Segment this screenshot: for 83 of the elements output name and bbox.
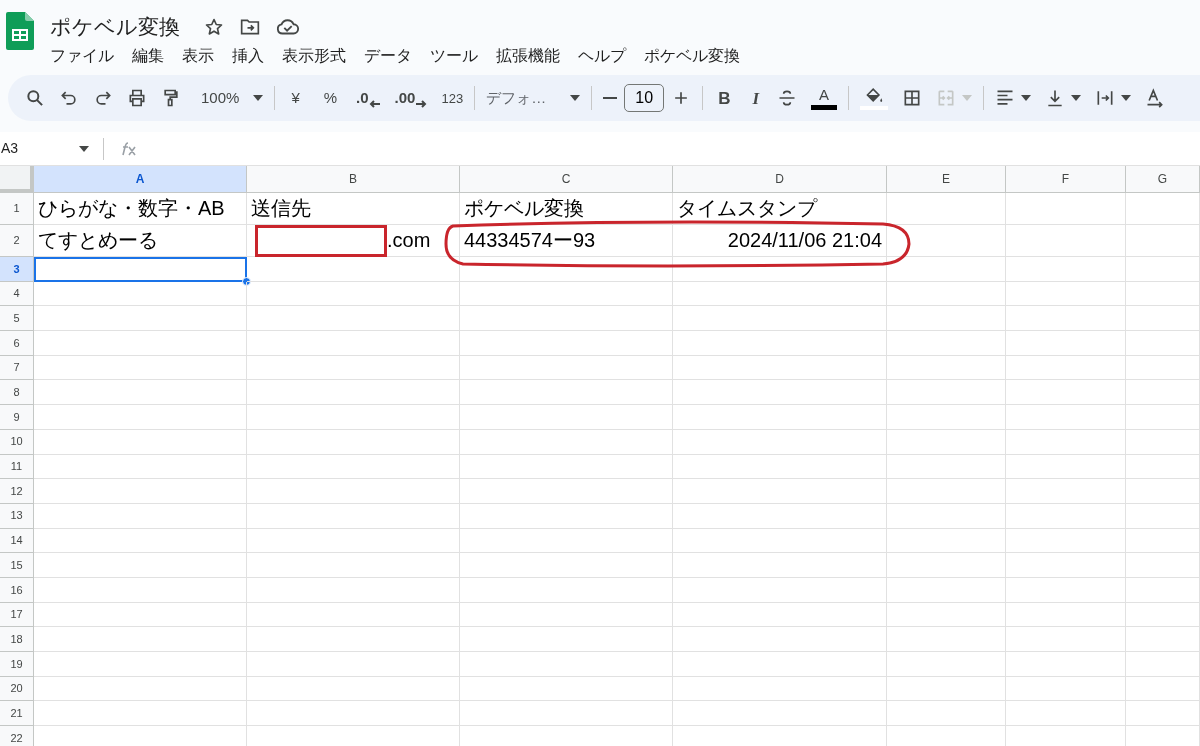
column-header[interactable]: B <box>247 166 460 193</box>
menu-item[interactable]: 挿入 <box>223 44 273 68</box>
spreadsheet-logo-icon[interactable] <box>6 12 34 50</box>
cloud-check-icon[interactable] <box>276 18 300 36</box>
column-header[interactable]: G <box>1126 166 1200 193</box>
table-cell: .com <box>247 225 460 257</box>
row-header[interactable]: 3 <box>0 257 34 282</box>
row-header[interactable]: 10 <box>0 429 34 455</box>
decrease-font-size-icon <box>603 97 618 100</box>
borders-icon <box>902 88 923 109</box>
function-icon <box>120 140 138 157</box>
text-color-button[interactable]: A <box>804 80 845 117</box>
menu-item[interactable]: 表示形式 <box>273 44 355 68</box>
row-header[interactable]: 15 <box>0 553 34 578</box>
column-header[interactable]: F <box>1006 166 1126 193</box>
text-rotation-icon <box>1145 88 1166 109</box>
table-cell: タイムスタンプ <box>673 193 887 225</box>
row-header[interactable]: 8 <box>0 380 34 406</box>
document-title[interactable]: ポケベル変換 <box>50 11 180 43</box>
row-header[interactable]: 11 <box>0 454 34 480</box>
italic-button[interactable]: I <box>741 83 771 114</box>
star-icon[interactable] <box>204 17 224 37</box>
row-header[interactable]: 22 <box>0 726 34 746</box>
table-cell: 44334574ー93 <box>460 225 673 257</box>
column-header[interactable]: D <box>673 166 887 193</box>
menu-item[interactable]: ヘルプ <box>569 44 635 68</box>
column-header[interactable]: A <box>34 166 247 193</box>
fill-handle[interactable] <box>242 276 251 286</box>
row-header[interactable]: 12 <box>0 479 34 504</box>
menu-item[interactable]: 編集 <box>123 44 173 68</box>
currency-button[interactable]: ¥ <box>279 83 312 114</box>
row-header[interactable]: 20 <box>0 676 34 702</box>
caret-icon <box>1021 95 1032 102</box>
caret-icon[interactable] <box>79 145 89 152</box>
caret-icon <box>253 95 264 102</box>
row-header[interactable]: 18 <box>0 627 34 652</box>
row-header[interactable]: 4 <box>0 281 34 307</box>
row-header[interactable]: 14 <box>0 528 34 554</box>
font-size-field[interactable]: 10 <box>624 84 665 113</box>
merge-cells-icon <box>936 88 957 109</box>
increase-decimals-icon <box>415 99 428 110</box>
row-header[interactable]: 13 <box>0 503 34 529</box>
decrease-decimals-icon <box>368 99 381 110</box>
menu-item[interactable]: ファイル <box>41 44 123 68</box>
row-header[interactable]: 21 <box>0 701 34 727</box>
search-icon <box>25 88 45 109</box>
zoom-dropdown[interactable]: 100% <box>194 83 271 114</box>
menu-item[interactable]: データ <box>355 44 421 68</box>
fill-color-icon <box>864 86 885 105</box>
decrease-decimals-button[interactable]: .0 <box>349 83 388 114</box>
name-box[interactable]: A3 <box>1 138 19 159</box>
column-header[interactable]: E <box>887 166 1006 193</box>
caret-icon <box>570 95 581 102</box>
number-format-button[interactable]: 123 <box>434 83 471 114</box>
menu-item[interactable]: 表示 <box>173 44 223 68</box>
percent-button[interactable]: % <box>311 83 350 114</box>
row-header[interactable]: 1 <box>0 193 34 225</box>
row-header[interactable]: 19 <box>0 652 34 677</box>
row-header[interactable]: 16 <box>0 577 34 603</box>
corner-cell[interactable] <box>0 166 34 193</box>
table-cell: てすとめーる <box>34 225 247 257</box>
increase-decimals-button[interactable]: .00 <box>387 83 435 114</box>
row-header[interactable]: 6 <box>0 331 34 356</box>
table-cell: ひらがな・数字・AB <box>34 193 247 225</box>
paint-format-icon <box>161 88 181 109</box>
table-cell: 2024/11/06 21:04 <box>673 225 887 257</box>
row-header[interactable]: 17 <box>0 602 34 628</box>
menu-item[interactable]: 拡張機能 <box>487 44 569 68</box>
print-icon <box>127 88 147 109</box>
caret-icon <box>962 95 973 102</box>
menu-item[interactable]: ツール <box>421 44 487 68</box>
table-cell: ポケベル変換 <box>460 193 673 225</box>
row-header[interactable]: 7 <box>0 355 34 381</box>
column-header[interactable]: C <box>460 166 673 193</box>
folder-icon[interactable] <box>240 18 260 36</box>
row-header[interactable]: 9 <box>0 405 34 430</box>
row-header[interactable]: 5 <box>0 306 34 332</box>
menu-item[interactable]: ポケベル変換 <box>635 44 749 68</box>
row-header[interactable]: 2 <box>0 225 34 257</box>
caret-icon <box>1071 95 1082 102</box>
caret-icon <box>1121 95 1132 102</box>
bold-button[interactable]: B <box>707 83 742 114</box>
font-dropdown[interactable]: デフォ… <box>479 83 588 114</box>
